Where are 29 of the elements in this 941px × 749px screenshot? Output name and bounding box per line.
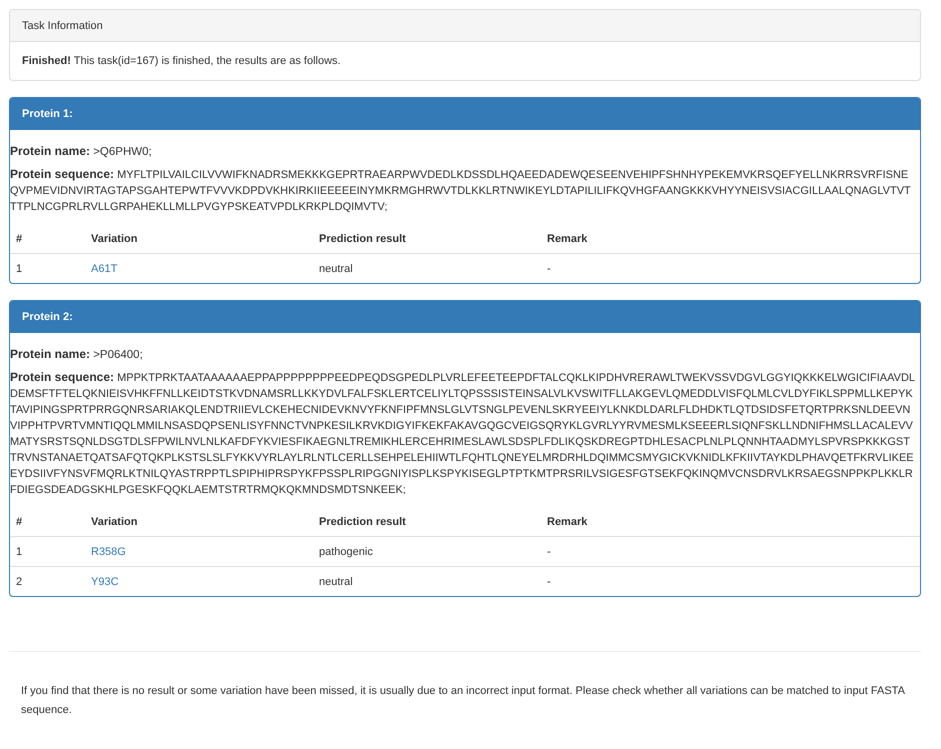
table-cell: 1 xyxy=(10,254,85,283)
column-header: Variation xyxy=(85,223,313,254)
table-cell: pathogenic xyxy=(313,536,541,566)
column-header: Variation xyxy=(85,506,313,536)
protein-name: Protein name: >P06400; xyxy=(10,346,144,361)
table-cell: 1 xyxy=(10,536,85,566)
variation-link[interactable]: Y93C xyxy=(91,576,119,588)
status-message: Finished! This task(id=167) is finished, the results are as follows. xyxy=(22,55,342,67)
table-cell: neutral xyxy=(313,566,541,596)
table-cell: - xyxy=(541,536,920,566)
column-header: Remark xyxy=(541,506,920,536)
footer-note: If you find that there is no result or some variation have been missed, it is usually due to an incorrect input format. Please check whether all variations can be matched to input FASTA sequence. xyxy=(20,684,906,718)
column-header: Prediction result xyxy=(313,223,541,254)
column-header: # xyxy=(10,506,85,536)
protein-sequence: Protein sequence: MYFLTPILVAILCILVVWIFKNADRSMEKKKGEPRTRAEARPWVDEDLKDSSDLHQAEEDADEWQESEENVEHIPFSHNHYPEKEMVKRSQEFYELLNKRRSVRFISNEQVPMEVIDNVIRTAGTAPSGAHTEPWTFVVVKDPDVKHKIRKIIEEEEEINYMKRMGHRWVTDLKKLRTNWIKEYLDTAPILILIFKQVHGFAANGKKKVHYYNEISVSIACGILLAALQNAGLVTVTTTPLNCGPRLRVLLGRPAHEKLLMLLPVGYPSKEATVPDLKRKPLDQIMVTV; xyxy=(10,166,912,215)
table-cell: - xyxy=(541,254,920,283)
table-cell: - xyxy=(541,566,920,596)
panel-title: Task Information xyxy=(22,20,103,32)
panel-title: Protein 1: xyxy=(22,108,73,120)
variation-link[interactable]: A61T xyxy=(91,262,118,274)
variation-link[interactable]: R358G xyxy=(91,546,126,558)
panel-title: Protein 2: xyxy=(22,311,73,323)
table-cell: neutral xyxy=(313,254,541,283)
protein-name: Protein name: >Q6PHW0; xyxy=(10,143,153,158)
column-header: # xyxy=(10,223,85,254)
protein-sequence: Protein sequence: MPPKTPRKTAATAAAAAAEPPAPPPPPPPPEEDPEQDSGPEDLPLVRLEFEETEEPDFTALCQKLKIPDHVRERAWLTWEKVSSVDGVLGGYIQKKKELWGICIFIAAVDLDEMSFTFTELQKNIEISVHKFFNLLKEIDTSTKVDNAMSRLLKKYDVLFALFSKLERTCELIYLTQPSSSISTEINSALVLKVSWITFLLAKGEVLQMEDDLVISFQLMLCVLDYFIKLSPPMLLKEPYKTAVIPINGSPRTPRRGQNRSARIAKQLENDTRIIEVLCKEHECNIDEVKNVYFKNFIPFMNSLGLVTSNGLPEVENLSKRYEEIYLKNKDLDARLFLDHDKTLQTDSIDSFETQRTPRKSNLDEEVNVIPPHTPVRTVMNTIQQLMMILNSASDQPSENLISYFNNCTVNPKESILKRVKDIGYIFKEKFAKAVGQGCVEIGSQRYKLGVRLYYRVMESMLKSEEERLSIQNFSKLLNDNIFHMSLLACALEVVMATYSRSTSQNLDSGTDLSFPWILNVLNLKAFDFYKVIESFIKAEGNLTREMIKHLERCEHRIMESLAWLSDSPLFDLIKQSKDREGPTDHLESACPLNLPLQNNHTAADMYLSPVRSPKKKGSTTRVNSTANAETQATSAFQTQKPLKSTSLSLFYKKVYRLAYLRLNTLCERLLSEHPELEHIIWTLFQHTLQNEYELMRDRHLDQIMMCSMYGICKVKNIDLKFKIIVTAYKDLPHAVQETFKRVLIKEEEYDSIIVFYNSVFMQRLKTNILQYASTRPPTLSPIPHIPRSPYKFPSSPLRIPGGNIYISPLKSPYKISEGLPTPTKMTPRSRILVSIGESFGTSEKFQKINQMVCNSDRVLKRSAEGSNPPKPLKKLRFDIEGSDEADGSKHLPGESKFQQKLAEMTSTRTRMQKQKMNDSMDTSNKEEK; xyxy=(10,369,916,498)
table-cell: 2 xyxy=(10,566,85,596)
column-header: Prediction result xyxy=(313,506,541,536)
column-header: Remark xyxy=(541,223,920,254)
